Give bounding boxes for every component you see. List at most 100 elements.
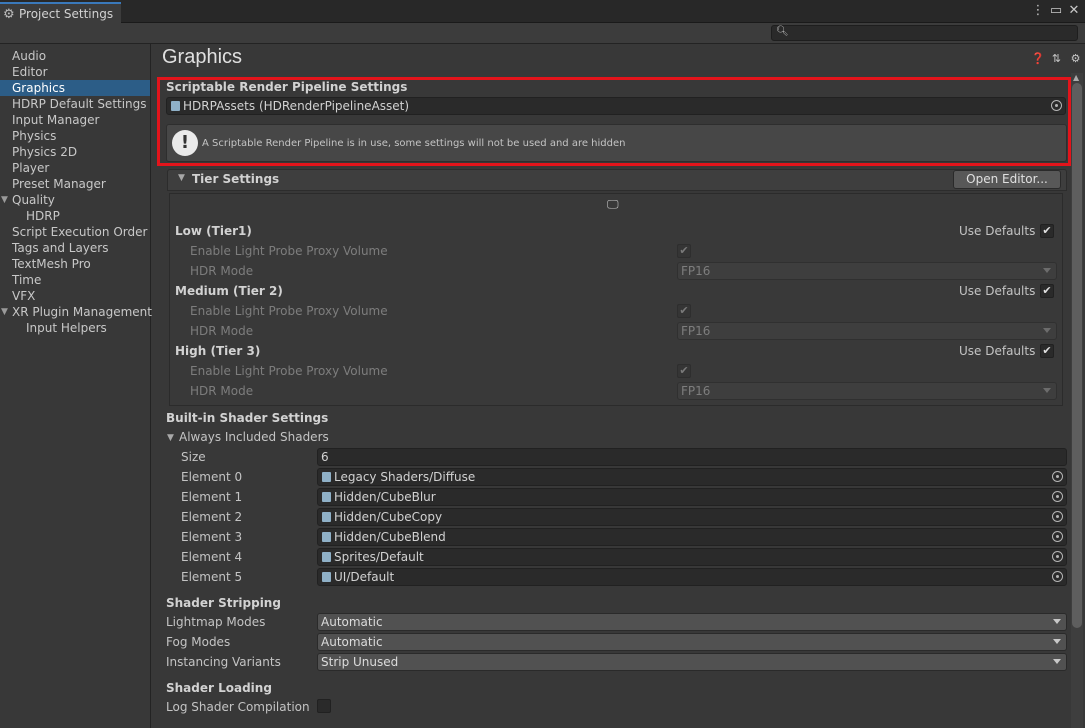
sidebar-item-script-execution-order[interactable]: Script Execution Order [0, 224, 150, 240]
light-probe-proxy-label: Enable Light Probe Proxy Volume [190, 244, 388, 258]
sidebar-item-time[interactable]: Time [0, 272, 150, 288]
use-defaults-label: Use Defaults [959, 284, 1036, 298]
fog-modes-value: Automatic [321, 635, 383, 649]
scroll-up-icon[interactable]: ▲ [1073, 73, 1079, 82]
size-input[interactable]: 6 [317, 448, 1067, 466]
light-probe-proxy-label: Enable Light Probe Proxy Volume [190, 304, 388, 318]
tab-project-settings[interactable]: ⚙ Project Settings [0, 2, 121, 24]
shader-field[interactable]: Hidden/CubeBlur [317, 488, 1067, 506]
settings-gear-icon[interactable]: ⚙ [1069, 52, 1082, 65]
hdr-mode-label: HDR Mode [190, 324, 254, 338]
fold-arrow-icon[interactable]: ▼ [1, 304, 8, 320]
hdr-mode-value: FP16 [681, 264, 711, 278]
shader-loading-heading: Shader Loading [166, 681, 272, 695]
hdr-mode-value: FP16 [681, 384, 711, 398]
chevron-down-icon [1043, 388, 1051, 393]
object-picker-icon[interactable] [1052, 531, 1063, 542]
chevron-down-icon [1053, 619, 1061, 624]
shader-field[interactable]: Hidden/CubeBlend [317, 528, 1067, 546]
light-probe-proxy-checkbox: ✔ [677, 304, 691, 318]
sidebar-item-preset-manager[interactable]: Preset Manager [0, 176, 150, 192]
sidebar-item-hdrp[interactable]: HDRP [0, 208, 150, 224]
sidebar-item-textmesh-pro[interactable]: TextMesh Pro [0, 256, 150, 272]
vertical-scrollbar[interactable]: ▲ [1071, 73, 1083, 728]
shader-icon [322, 492, 331, 502]
hdr-mode-dropdown: FP16 [677, 322, 1057, 340]
maximize-icon[interactable]: ▭ [1048, 3, 1064, 19]
element-label: Element 1 [181, 490, 243, 504]
sidebar-item-quality[interactable]: ▼ Quality [0, 192, 150, 208]
sidebar-item-input-helpers[interactable]: Input Helpers [0, 320, 150, 336]
scrollbar-thumb[interactable] [1072, 83, 1082, 628]
search-bar: 🔍︎ [0, 23, 1085, 44]
platform-monitor-icon[interactable]: 🖵 [607, 197, 619, 212]
tier-high-label: High (Tier 3) [175, 344, 261, 358]
chevron-down-icon [1053, 659, 1061, 664]
element-label: Element 2 [181, 510, 243, 524]
fog-modes-label: Fog Modes [166, 635, 231, 649]
sidebar-item-xr-plugin-management[interactable]: ▼ XR Plugin Management [0, 304, 152, 320]
shader-field[interactable]: Hidden/CubeCopy [317, 508, 1067, 526]
sidebar-item-physics[interactable]: Physics [0, 128, 150, 144]
light-probe-proxy-checkbox: ✔ [677, 244, 691, 258]
log-shader-compilation-label: Log Shader Compilation [166, 700, 310, 714]
element-label: Element 4 [181, 550, 243, 564]
instancing-variants-dropdown[interactable]: Strip Unused [317, 653, 1067, 671]
always-included-shaders-foldout[interactable]: Always Included Shaders [179, 430, 329, 444]
page-title: Graphics [162, 46, 243, 68]
sidebar: Audio Editor Graphics HDRP Default Setti… [0, 44, 152, 728]
fold-arrow-icon[interactable]: ▼ [1, 192, 8, 208]
shader-value: Legacy Shaders/Diffuse [334, 470, 476, 484]
preset-icon[interactable]: ⇅ [1050, 52, 1063, 65]
fold-arrow-icon[interactable]: ▼ [167, 433, 174, 443]
sidebar-item-vfx[interactable]: VFX [0, 288, 150, 304]
element-label: Element 5 [181, 570, 243, 584]
tier-settings-foldout[interactable]: ▼ Tier Settings [167, 169, 1067, 191]
window-titlebar: ⚙ Project Settings ⋮ ▭ ✕ [0, 0, 1085, 24]
hdr-mode-dropdown: FP16 [677, 382, 1057, 400]
light-probe-proxy-checkbox: ✔ [677, 364, 691, 378]
help-icon[interactable]: ❓ [1031, 52, 1045, 65]
use-defaults-checkbox[interactable]: ✔ [1040, 344, 1054, 358]
tier-settings-heading: Tier Settings [192, 172, 280, 186]
shader-stripping-heading: Shader Stripping [166, 596, 281, 610]
lightmap-modes-dropdown[interactable]: Automatic [317, 613, 1067, 631]
sidebar-item-audio[interactable]: Audio [0, 48, 150, 64]
chevron-down-icon [1053, 639, 1061, 644]
tab-title: Project Settings [19, 7, 114, 21]
log-shader-compilation-checkbox[interactable] [317, 699, 331, 713]
shader-field[interactable]: UI/Default [317, 568, 1067, 586]
sidebar-item-hdrp-default-settings[interactable]: HDRP Default Settings [0, 96, 150, 112]
object-picker-icon[interactable] [1052, 511, 1063, 522]
shader-value: Hidden/CubeCopy [334, 510, 443, 524]
object-picker-icon[interactable] [1052, 491, 1063, 502]
size-label: Size [181, 450, 206, 464]
search-input[interactable]: 🔍︎ [771, 25, 1078, 41]
fold-arrow-icon[interactable]: ▼ [178, 173, 185, 183]
light-probe-proxy-label: Enable Light Probe Proxy Volume [190, 364, 388, 378]
shader-field[interactable]: Sprites/Default [317, 548, 1067, 566]
object-picker-icon[interactable] [1052, 551, 1063, 562]
open-editor-button[interactable]: Open Editor... [953, 170, 1061, 189]
instancing-variants-value: Strip Unused [321, 655, 399, 669]
close-icon[interactable]: ✕ [1066, 3, 1082, 19]
search-icon: 🔍︎ [776, 26, 789, 37]
chevron-down-icon [1043, 268, 1051, 273]
sidebar-item-player[interactable]: Player [0, 160, 150, 176]
use-defaults-checkbox[interactable]: ✔ [1040, 224, 1054, 238]
hdr-mode-label: HDR Mode [190, 384, 254, 398]
more-icon[interactable]: ⋮ [1030, 3, 1046, 19]
object-picker-icon[interactable] [1052, 471, 1063, 482]
sidebar-item-physics-2d[interactable]: Physics 2D [0, 144, 150, 160]
sidebar-item-input-manager[interactable]: Input Manager [0, 112, 150, 128]
sidebar-item-editor[interactable]: Editor [0, 64, 150, 80]
object-picker-icon[interactable] [1052, 571, 1063, 582]
sidebar-item-graphics[interactable]: Graphics [0, 80, 150, 96]
hdr-mode-label: HDR Mode [190, 264, 254, 278]
gear-icon: ⚙ [3, 6, 15, 22]
use-defaults-checkbox[interactable]: ✔ [1040, 284, 1054, 298]
use-defaults-label: Use Defaults [959, 344, 1036, 358]
sidebar-item-tags-and-layers[interactable]: Tags and Layers [0, 240, 150, 256]
fog-modes-dropdown[interactable]: Automatic [317, 633, 1067, 651]
shader-field[interactable]: Legacy Shaders/Diffuse [317, 468, 1067, 486]
